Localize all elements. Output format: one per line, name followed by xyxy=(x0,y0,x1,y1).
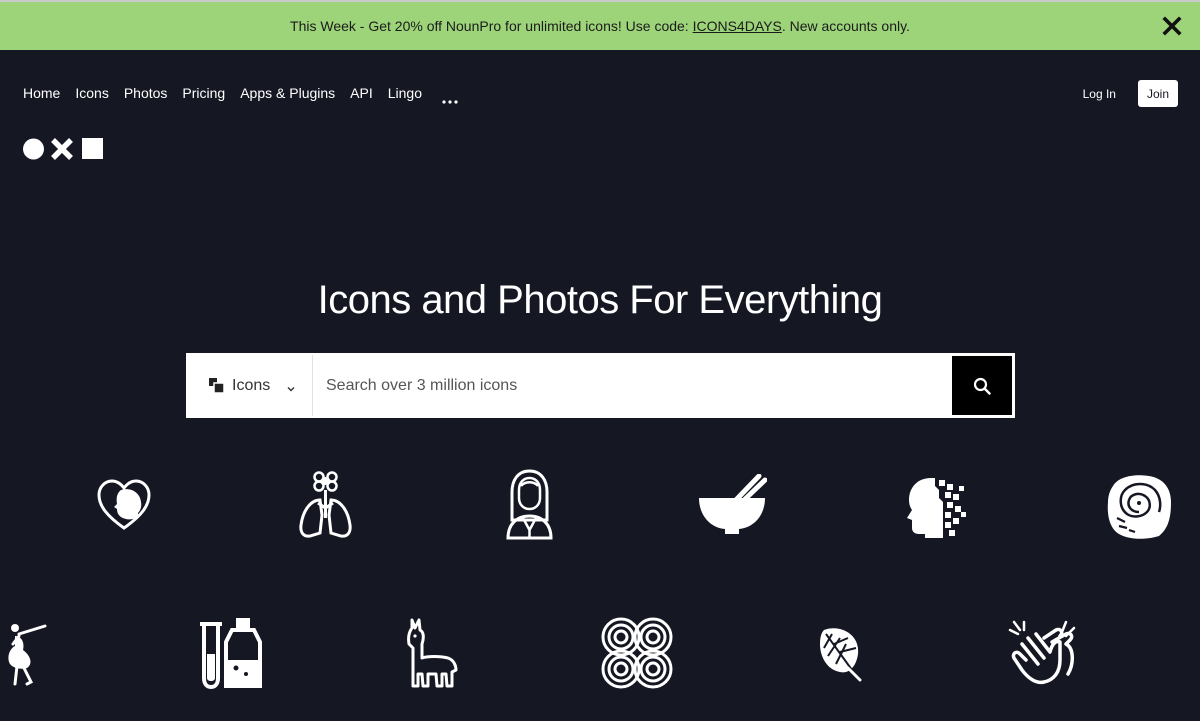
hero-title: Icons and Photos For Everything xyxy=(317,278,883,322)
bowl-chopsticks-icon[interactable] xyxy=(697,474,767,536)
promo-text-after: . New accounts only. xyxy=(781,18,910,34)
main-nav: Home Icons Photos Pricing Apps & Plugins… xyxy=(23,84,458,104)
nav-lingo[interactable]: Lingo xyxy=(388,85,422,101)
interlocking-circles-icon[interactable] xyxy=(600,616,674,690)
nav-home[interactable]: Home xyxy=(23,85,60,101)
test-tube-bottle-icon[interactable] xyxy=(198,616,264,690)
chevron-down-icon xyxy=(286,381,296,391)
nav-photos[interactable]: Photos xyxy=(124,85,168,101)
search-type-label: Icons xyxy=(232,376,271,394)
dancer-icon[interactable] xyxy=(5,622,47,686)
search-type-dropdown[interactable]: Icons xyxy=(188,355,313,416)
promo-code[interactable]: ICONS4DAYS xyxy=(693,18,782,34)
fossil-ammonite-icon[interactable] xyxy=(1105,472,1173,540)
nav-apps-plugins[interactable]: Apps & Plugins xyxy=(240,85,335,101)
more-dots-icon[interactable] xyxy=(442,91,458,104)
noun-project-logo[interactable] xyxy=(23,138,105,160)
digital-head-icon[interactable] xyxy=(905,474,967,538)
search-icon xyxy=(973,377,991,395)
llama-icon[interactable] xyxy=(406,618,458,688)
close-icon[interactable] xyxy=(1162,16,1182,36)
monstera-leaf-icon[interactable] xyxy=(818,624,864,682)
nav-api[interactable]: API xyxy=(350,85,373,101)
icons-type-icon xyxy=(208,377,225,394)
woman-portrait-icon[interactable] xyxy=(505,468,554,540)
lungs-flower-icon[interactable] xyxy=(298,470,353,540)
promo-banner: This Week - Get 20% off NounPro for unli… xyxy=(0,0,1200,50)
auth-area: Log In Join xyxy=(1083,80,1178,107)
promo-text-before: This Week - Get 20% off NounPro for unli… xyxy=(290,18,693,34)
nav-pricing[interactable]: Pricing xyxy=(182,85,225,101)
login-link[interactable]: Log In xyxy=(1083,87,1116,101)
search-input[interactable] xyxy=(313,355,952,416)
nav-icons[interactable]: Icons xyxy=(75,85,108,101)
join-button[interactable]: Join xyxy=(1137,80,1178,107)
search-button[interactable] xyxy=(952,356,1012,415)
search-bar: Icons xyxy=(186,353,1015,418)
clapping-hands-icon[interactable] xyxy=(1008,620,1078,686)
promo-text: This Week - Get 20% off NounPro for unli… xyxy=(290,18,910,34)
heart-face-icon[interactable] xyxy=(97,478,151,532)
